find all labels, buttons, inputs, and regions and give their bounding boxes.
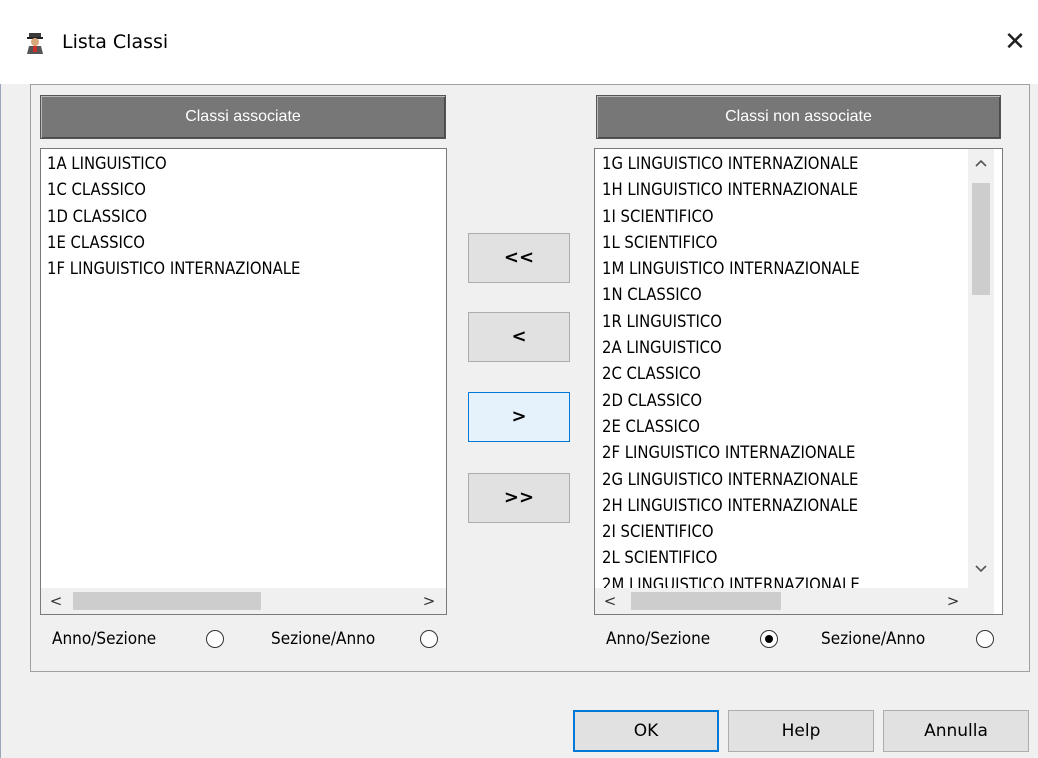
right-sezione-anno-radio[interactable] (976, 630, 994, 648)
list-item[interactable]: 2H LINGUISTICO INTERNAZIONALE (602, 493, 860, 519)
list-item[interactable]: 2C CLASSICO (602, 361, 860, 387)
left-panel-header: Classi associate (40, 95, 446, 139)
scroll-left-arrow-icon[interactable]: < (43, 588, 69, 614)
scrollbar-corner (968, 588, 994, 614)
remove-all-button[interactable]: >> (468, 473, 570, 523)
add-one-button[interactable]: < (468, 312, 570, 362)
list-item[interactable]: 1G LINGUISTICO INTERNAZIONALE (602, 151, 860, 177)
scroll-up-arrow-icon[interactable] (968, 153, 994, 175)
list-item[interactable]: 1D CLASSICO (47, 204, 300, 230)
list-item[interactable]: 2F LINGUISTICO INTERNAZIONALE (602, 440, 860, 466)
right-anno-sezione-label: Anno/Sezione (606, 629, 711, 649)
scroll-down-arrow-icon[interactable] (968, 559, 994, 581)
ok-button[interactable]: OK (573, 710, 719, 752)
cancel-button[interactable]: Annulla (883, 710, 1029, 752)
list-item[interactable]: 2E CLASSICO (602, 414, 860, 440)
list-item[interactable]: 2I SCIENTIFICO (602, 519, 860, 545)
list-item[interactable]: 1E CLASSICO (47, 230, 300, 256)
list-item[interactable]: 1N CLASSICO (602, 282, 860, 308)
user-teacher-icon (27, 33, 43, 54)
list-item[interactable]: 2L SCIENTIFICO (602, 545, 860, 571)
left-sezione-anno-radio[interactable] (420, 630, 438, 648)
list-item[interactable]: 1R LINGUISTICO (602, 309, 860, 335)
list-item[interactable]: 1I SCIENTIFICO (602, 204, 860, 230)
right-horizontal-scrollbar[interactable]: < > (595, 588, 968, 614)
left-sort-options: Anno/Sezione Sezione/Anno (52, 624, 452, 654)
list-item[interactable]: 1L SCIENTIFICO (602, 230, 860, 256)
left-horizontal-scrollbar[interactable]: < > (41, 588, 446, 614)
list-item[interactable]: 2D CLASSICO (602, 388, 860, 414)
left-anno-sezione-radio[interactable] (206, 630, 224, 648)
scroll-thumb[interactable] (631, 592, 781, 610)
list-item[interactable]: 2G LINGUISTICO INTERNAZIONALE (602, 467, 860, 493)
right-panel-header: Classi non associate (596, 95, 1001, 139)
associated-classes-items: 1A LINGUISTICO 1C CLASSICO 1D CLASSICO 1E C… (47, 151, 300, 282)
title-bar: Lista Classi ✕ (0, 0, 1038, 84)
scroll-thumb[interactable] (972, 183, 990, 295)
close-button[interactable]: ✕ (1000, 28, 1030, 58)
scroll-right-arrow-icon[interactable]: > (416, 588, 442, 614)
list-item[interactable]: 1H LINGUISTICO INTERNAZIONALE (602, 177, 860, 203)
right-sezione-anno-label: Sezione/Anno (821, 629, 926, 649)
left-sezione-anno-label: Sezione/Anno (271, 629, 376, 649)
help-button[interactable]: Help (728, 710, 874, 752)
left-anno-sezione-label: Anno/Sezione (52, 629, 157, 649)
list-item[interactable]: 1C CLASSICO (47, 177, 300, 203)
window-title: Lista Classi (62, 31, 169, 53)
right-sort-options: Anno/Sezione Sezione/Anno (606, 624, 1006, 654)
close-icon: ✕ (1004, 27, 1026, 57)
scroll-left-arrow-icon[interactable]: < (597, 588, 623, 614)
right-vertical-scrollbar[interactable] (968, 149, 994, 588)
list-item[interactable]: 1M LINGUISTICO INTERNAZIONALE (602, 256, 860, 282)
scroll-right-arrow-icon[interactable]: > (940, 588, 966, 614)
scroll-thumb[interactable] (73, 592, 261, 610)
list-item[interactable]: 1A LINGUISTICO (47, 151, 300, 177)
list-item[interactable]: 2A LINGUISTICO (602, 335, 860, 361)
unassociated-classes-items: 1G LINGUISTICO INTERNAZIONALE 1H LINGUIST… (602, 151, 860, 598)
list-item[interactable]: 1F LINGUISTICO INTERNAZIONALE (47, 256, 300, 282)
window-edge (0, 84, 1, 758)
associated-classes-list[interactable]: 1A LINGUISTICO 1C CLASSICO 1D CLASSICO 1E C… (40, 148, 447, 615)
remove-one-button[interactable]: > (468, 392, 570, 442)
unassociated-classes-list[interactable]: 1G LINGUISTICO INTERNAZIONALE 1H LINGUIST… (594, 148, 1003, 615)
right-anno-sezione-radio[interactable] (760, 630, 778, 648)
add-all-button[interactable]: << (468, 233, 570, 283)
